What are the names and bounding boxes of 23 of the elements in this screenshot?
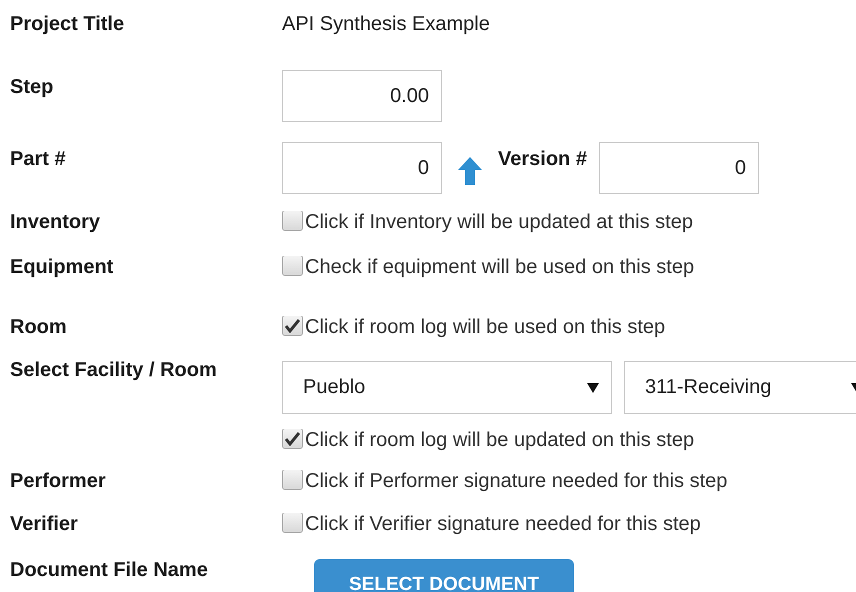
field-label: Step xyxy=(10,76,54,99)
field-label: Part # xyxy=(10,148,67,171)
dropdown[interactable]: Pueblo xyxy=(282,361,612,414)
checkbox-label[interactable]: Click if room log will be used on this step xyxy=(305,316,666,339)
number-field[interactable]: 0 xyxy=(598,142,759,194)
number-field[interactable]: 0.00 xyxy=(282,70,442,122)
checkbox-label[interactable]: Check if equipment will be used on this step xyxy=(305,256,694,279)
field-label: Performer xyxy=(10,470,107,493)
field-label: Inventory xyxy=(10,211,102,234)
field-label: Equipment xyxy=(10,256,114,279)
checkbox-label[interactable]: Click if Performer signature needed for this step xyxy=(305,470,728,493)
checkbox-label[interactable]: Click if Verifier signature needed for this step xyxy=(305,513,701,536)
field-label: Document File Name xyxy=(10,559,209,582)
field-label: Select Facility / Room xyxy=(10,359,218,382)
field-label: Verifier xyxy=(10,513,79,536)
project-title-value: API Synthesis Example xyxy=(282,13,490,36)
checkbox-label[interactable]: Click if Inventory will be updated at this step xyxy=(305,211,693,234)
field-label: Room xyxy=(10,316,68,339)
checkbox-label[interactable]: Click if room log will be updated on this step xyxy=(305,429,694,452)
number-field[interactable]: 0 xyxy=(282,142,442,194)
field-label: Version # xyxy=(498,148,587,171)
field-label: Project Title xyxy=(10,13,126,36)
dropdown[interactable]: 311-Receiving xyxy=(624,361,856,414)
